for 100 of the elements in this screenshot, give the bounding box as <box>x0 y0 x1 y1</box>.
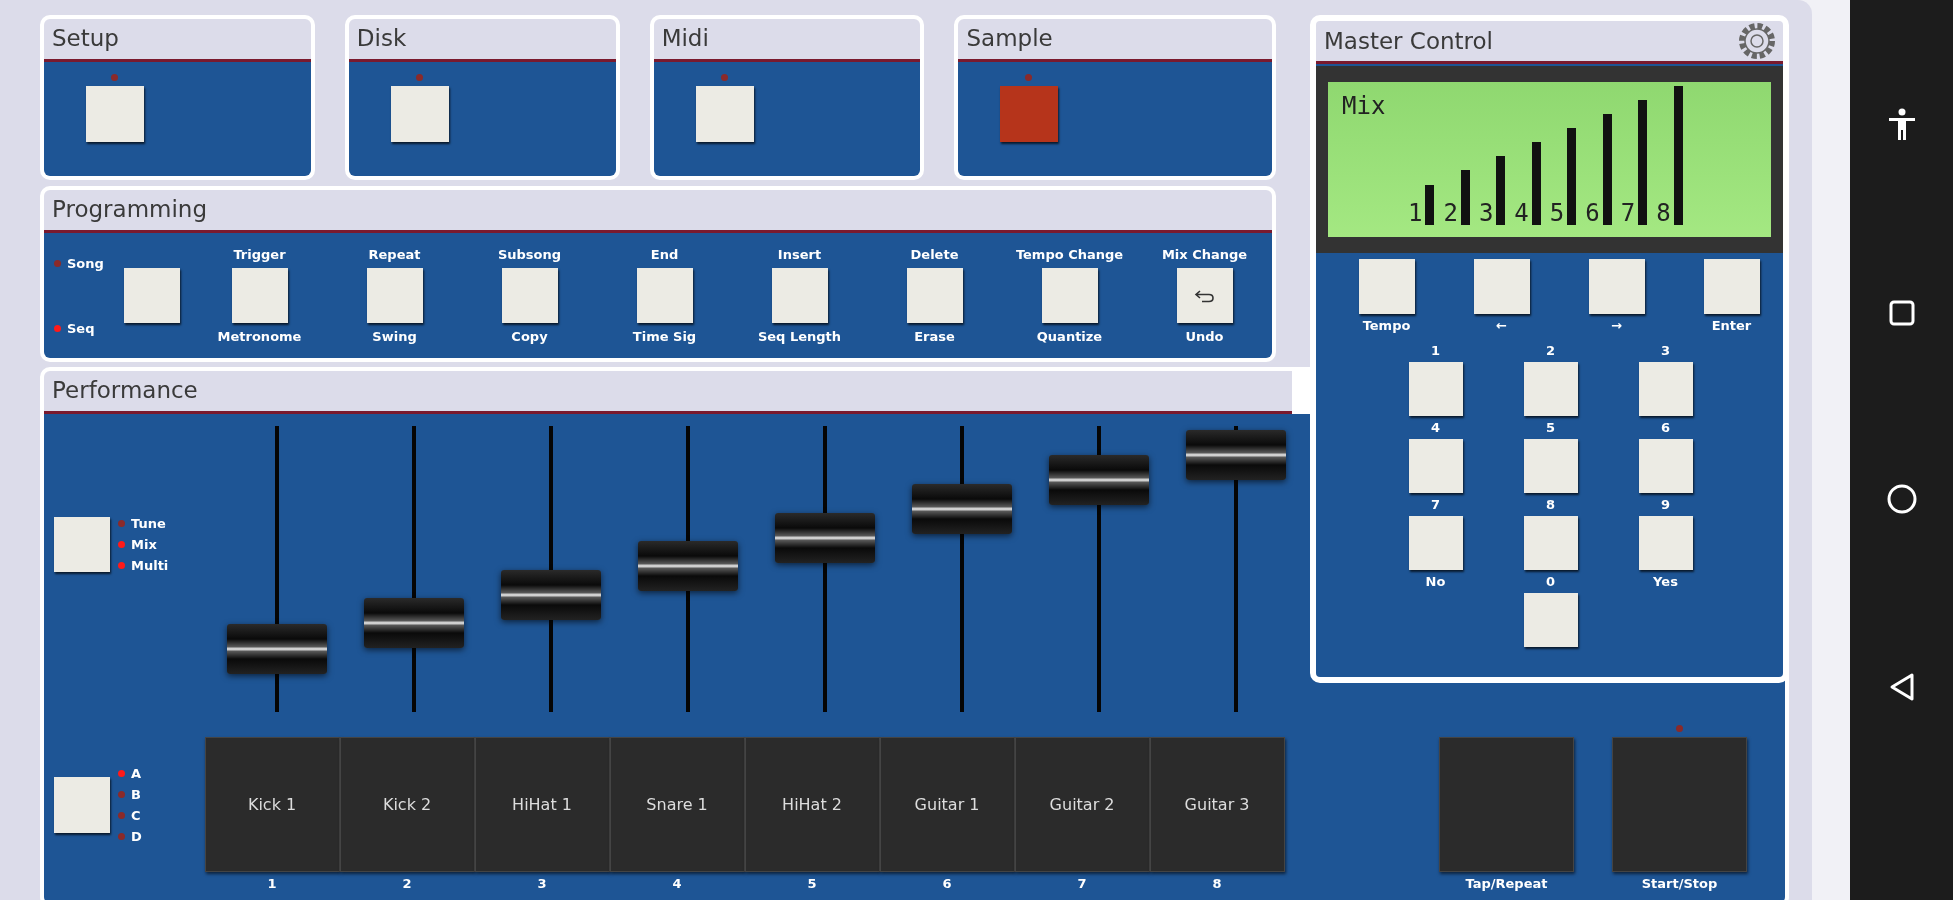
led-indicator <box>111 74 118 81</box>
lcd-mode-text: Mix <box>1342 92 1386 120</box>
program-button[interactable] <box>231 268 288 323</box>
key-label: 3 <box>1660 343 1670 358</box>
drum-pad[interactable]: Guitar 1 <box>879 737 1015 872</box>
program-button[interactable] <box>366 268 423 323</box>
keypad-key[interactable] <box>1523 516 1578 570</box>
bank-label: B <box>131 786 141 802</box>
song-seq-button[interactable] <box>124 268 180 323</box>
key-label: 5 <box>1545 420 1555 435</box>
button-label: Subsong <box>497 247 562 262</box>
drum-pad[interactable]: HiHat 1 <box>474 737 610 872</box>
drum-pad[interactable]: Kick 2 <box>339 737 475 872</box>
fader-thumb[interactable] <box>226 624 327 675</box>
keypad-key[interactable] <box>1523 439 1578 493</box>
channel-number: 8 <box>1656 201 1671 225</box>
button-label: Time Sig <box>632 329 697 344</box>
panel-title: Disk <box>348 19 616 62</box>
keypad-key[interactable] <box>1408 439 1463 493</box>
program-button[interactable] <box>771 268 828 323</box>
fader-thumb[interactable] <box>774 512 875 563</box>
pad-number: 2 <box>402 876 412 891</box>
button-label: Seq Length <box>757 329 842 344</box>
key-label: 2 <box>1545 343 1555 358</box>
key-label: 6 <box>1660 420 1670 435</box>
transport-pad[interactable] <box>1612 737 1747 872</box>
accessibility-icon[interactable] <box>1886 108 1917 143</box>
button-label: Swing <box>372 329 417 344</box>
mode-label: Tune <box>131 516 166 531</box>
keypad-key[interactable] <box>1638 439 1693 493</box>
channel-number: 7 <box>1620 201 1636 225</box>
program-button[interactable] <box>501 268 558 323</box>
pad-number: 3 <box>537 876 547 891</box>
led-indicator <box>415 74 423 81</box>
led-indicator <box>1025 74 1033 81</box>
pad-number: 1 <box>267 876 277 891</box>
keypad-key[interactable] <box>1408 362 1463 416</box>
drum-pad[interactable]: Guitar 2 <box>1014 737 1150 872</box>
keypad-key[interactable] <box>1408 516 1463 570</box>
channel-number: 2 <box>1443 201 1458 225</box>
keypad-key[interactable] <box>1523 362 1578 416</box>
fader-thumb[interactable] <box>1048 455 1149 506</box>
drum-pad[interactable]: Guitar 3 <box>1149 737 1285 872</box>
pad-number: 4 <box>672 876 682 891</box>
pad-number: 5 <box>807 876 817 891</box>
bank-label: D <box>131 828 142 844</box>
key-label: 7 <box>1430 497 1440 512</box>
panel-title: Performance <box>44 371 1292 414</box>
button-label: Trigger <box>233 247 286 262</box>
button-label: Tempo <box>1362 318 1411 333</box>
mode-button[interactable] <box>390 86 449 142</box>
pad-label: Start/Stop <box>1641 876 1718 891</box>
undo-icon <box>1193 287 1216 304</box>
transport-pad[interactable] <box>1439 737 1574 872</box>
button-label: Tempo Change <box>1015 247 1124 262</box>
button-label: → <box>1611 318 1622 333</box>
button-label: ← <box>1496 318 1507 333</box>
key-label: 0 <box>1545 574 1555 589</box>
program-button[interactable] <box>636 268 693 323</box>
mode-button[interactable] <box>695 86 754 142</box>
key-label: Yes <box>1653 574 1678 589</box>
button-label: Metronome <box>217 329 302 344</box>
button-label: Erase <box>914 329 955 344</box>
led-indicator <box>720 74 728 81</box>
button-label: Undo <box>1185 329 1224 344</box>
mode-button[interactable] <box>1000 86 1059 142</box>
program-button[interactable] <box>1041 268 1098 323</box>
recents-icon[interactable] <box>1887 298 1916 327</box>
keypad-key[interactable] <box>1523 593 1578 647</box>
button-label: Enter <box>1711 318 1752 333</box>
mode-button[interactable] <box>86 86 144 142</box>
button-label: Copy <box>511 329 548 344</box>
drum-pad[interactable]: Snare 1 <box>609 737 745 872</box>
key-label: 8 <box>1545 497 1555 512</box>
control-button[interactable] <box>1358 259 1415 314</box>
fader-thumb[interactable] <box>363 598 464 649</box>
keypad-key[interactable] <box>1638 362 1693 416</box>
fader-thumb[interactable] <box>911 483 1012 534</box>
fader-thumb[interactable] <box>1185 429 1286 480</box>
program-button[interactable] <box>906 268 963 323</box>
control-button[interactable] <box>1588 259 1645 314</box>
mode-button[interactable] <box>54 517 110 572</box>
undo-button[interactable] <box>1176 268 1233 323</box>
home-icon[interactable] <box>1885 483 1918 516</box>
pad-number: 8 <box>1212 876 1222 891</box>
button-label: End <box>650 247 679 262</box>
fader-thumb[interactable] <box>637 541 738 592</box>
drum-pad[interactable]: Kick 1 <box>204 737 340 872</box>
fader-thumb[interactable] <box>500 569 601 620</box>
channel-number: 5 <box>1549 201 1565 225</box>
drum-pad[interactable]: HiHat 2 <box>744 737 880 872</box>
control-button[interactable] <box>1473 259 1530 314</box>
pad-label: Tap/Repeat <box>1465 876 1548 891</box>
bank-label: C <box>131 807 141 823</box>
key-label: 9 <box>1660 497 1670 512</box>
keypad-key[interactable] <box>1638 516 1693 570</box>
button-label: Insert <box>777 247 822 262</box>
bank-button[interactable] <box>54 776 110 833</box>
button-label: Quantize <box>1036 329 1103 344</box>
control-button[interactable] <box>1703 259 1760 314</box>
